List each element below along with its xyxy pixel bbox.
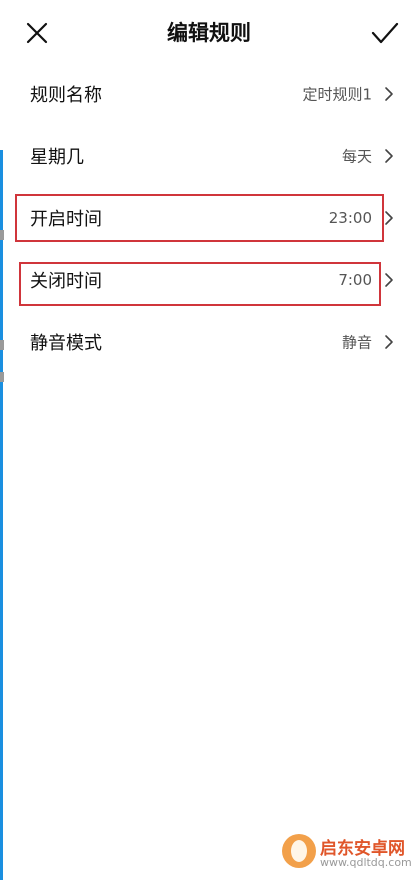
row-value: 每天: [341, 147, 372, 166]
chevron-right-icon: [385, 335, 393, 349]
row-mute-mode[interactable]: 静音模式 静音: [0, 311, 418, 373]
row-label: 规则名称: [30, 85, 102, 106]
row-label: 关闭时间: [30, 271, 102, 292]
row-end-time[interactable]: 关闭时间 7:00: [0, 249, 418, 311]
header-bar: 编辑规则: [0, 0, 418, 64]
row-start-time[interactable]: 开启时间 23:00: [0, 187, 418, 249]
row-weekday[interactable]: 星期几 每天: [0, 125, 418, 187]
row-rule-name[interactable]: 规则名称 定时规则1: [0, 63, 418, 125]
watermark-logo-icon: [282, 834, 316, 868]
row-value: 7:00: [338, 271, 372, 289]
row-label: 静音模式: [30, 333, 102, 354]
chevron-right-icon: [385, 273, 393, 287]
settings-list: 规则名称 定时规则1 星期几 每天 开启时间 23:00 关闭时间 7:00 静…: [0, 63, 418, 373]
row-label: 星期几: [30, 147, 84, 168]
chevron-right-icon: [385, 211, 393, 225]
edge-mark: [0, 372, 4, 382]
row-label: 开启时间: [30, 209, 102, 230]
row-value: 定时规则1: [302, 85, 372, 104]
watermark-url: www.qdltdq.com: [320, 856, 412, 869]
page-title: 编辑规则: [167, 21, 251, 45]
confirm-button[interactable]: [368, 18, 402, 48]
chevron-right-icon: [385, 87, 393, 101]
row-value: 23:00: [328, 209, 372, 227]
watermark: 启东安卓网 www.qdltdq.com: [282, 830, 412, 876]
row-value: 静音: [341, 333, 372, 352]
check-icon: [371, 22, 399, 44]
chevron-right-icon: [385, 149, 393, 163]
